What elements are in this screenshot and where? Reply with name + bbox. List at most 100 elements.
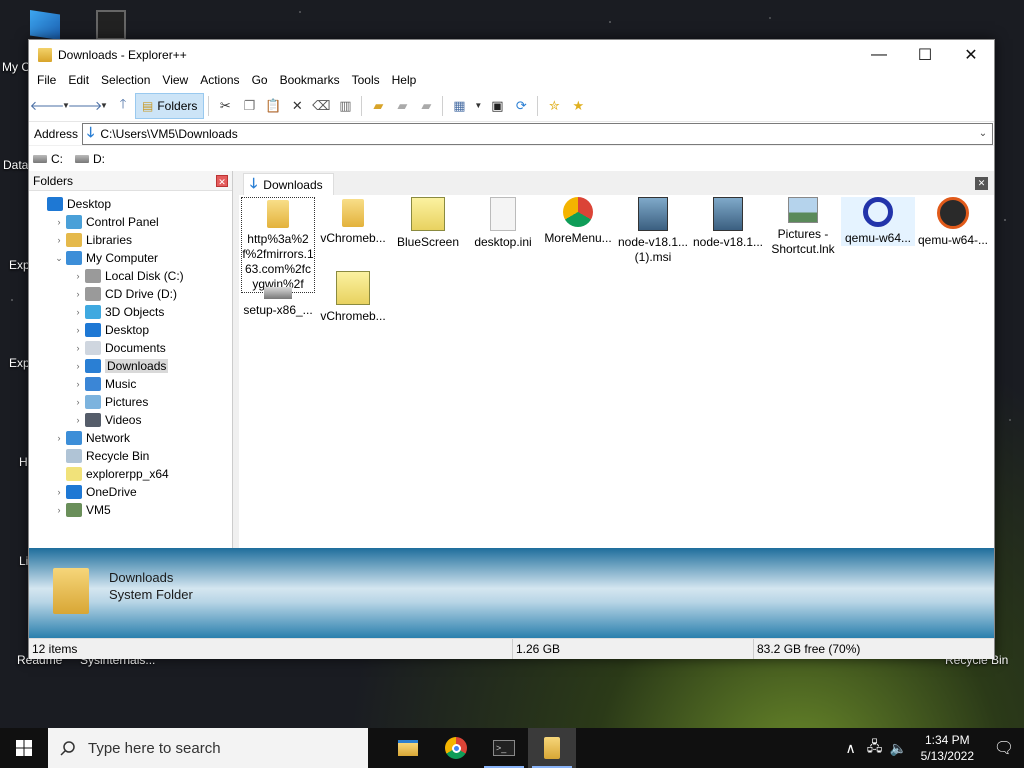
- taskbar-terminal[interactable]: >_: [480, 728, 528, 768]
- chevron-right-icon[interactable]: ›: [71, 325, 85, 335]
- menu-file[interactable]: File: [31, 73, 62, 87]
- close-tab-icon[interactable]: ✕: [975, 177, 988, 190]
- file-item[interactable]: Pictures - Shortcut.lnk: [766, 197, 840, 257]
- properties-icon[interactable]: ▥: [333, 94, 357, 118]
- tree-item-3d-objects[interactable]: › 3D Objects: [29, 303, 232, 321]
- clock[interactable]: 1:34 PM 5/13/2022: [911, 732, 984, 764]
- taskbar-chrome[interactable]: [432, 728, 480, 768]
- tree-item-recycle-bin[interactable]: Recycle Bin: [29, 447, 232, 465]
- tree-item-control-panel[interactable]: › Control Panel: [29, 213, 232, 231]
- tree-item-onedrive[interactable]: › OneDrive: [29, 483, 232, 501]
- tree-item-pictures[interactable]: › Pictures: [29, 393, 232, 411]
- chevron-right-icon[interactable]: ›: [71, 415, 85, 425]
- back-arrow-icon[interactable]: 🡐: [30, 94, 65, 118]
- chevron-down-icon[interactable]: ⌄: [52, 253, 66, 264]
- title-bar[interactable]: Downloads - Explorer++ — ☐ ✕: [29, 40, 994, 70]
- menu-selection[interactable]: Selection: [95, 73, 156, 87]
- refresh-icon[interactable]: ⟳: [509, 94, 533, 118]
- drive-d-button[interactable]: D:: [75, 152, 105, 166]
- address-input[interactable]: 🡓 C:\Users\VM5\Downloads ⌄: [82, 122, 993, 145]
- tree-item-cd-drive-d-[interactable]: › CD Drive (D:): [29, 285, 232, 303]
- move-to-folder-icon[interactable]: ▰: [414, 94, 438, 118]
- network-icon[interactable]: 🖧: [863, 736, 887, 760]
- desktop-label-exp-2[interactable]: Exp: [9, 356, 30, 370]
- desktop-label-exp[interactable]: Exp: [9, 258, 30, 272]
- menu-bookmarks[interactable]: Bookmarks: [274, 73, 346, 87]
- menu-actions[interactable]: Actions: [194, 73, 245, 87]
- chevron-right-icon[interactable]: ›: [71, 379, 85, 389]
- delete-permanently-icon[interactable]: ⌫: [309, 94, 333, 118]
- delete-icon[interactable]: ✕: [285, 94, 309, 118]
- chevron-right-icon[interactable]: ›: [71, 271, 85, 281]
- file-item[interactable]: MoreMenu...: [541, 197, 615, 246]
- file-item[interactable]: vChromeb...: [316, 271, 390, 324]
- tree-item-downloads[interactable]: › Downloads: [29, 357, 232, 375]
- taskbar-explorerpp[interactable]: [528, 728, 576, 768]
- desktop-label-h[interactable]: H: [19, 455, 28, 469]
- up-arrow-icon[interactable]: 🡑: [111, 94, 135, 118]
- file-item[interactable]: desktop.ini: [466, 197, 540, 250]
- chevron-right-icon[interactable]: ›: [52, 217, 66, 227]
- copy-icon[interactable]: ❐: [237, 94, 261, 118]
- start-button[interactable]: [0, 728, 48, 768]
- desktop-label-li[interactable]: Li: [19, 554, 28, 568]
- forward-dropdown-icon[interactable]: ▼: [97, 94, 111, 118]
- tree-item-music[interactable]: › Music: [29, 375, 232, 393]
- chevron-right-icon[interactable]: ›: [71, 361, 85, 371]
- this-pc-desktop-icon[interactable]: [30, 10, 60, 40]
- tree-item-libraries[interactable]: › Libraries: [29, 231, 232, 249]
- menu-view[interactable]: View: [156, 73, 194, 87]
- drive-c-button[interactable]: C:: [33, 152, 63, 166]
- chevron-right-icon[interactable]: ›: [71, 397, 85, 407]
- views-dropdown-icon[interactable]: ▼: [471, 94, 485, 118]
- chevron-right-icon[interactable]: ›: [71, 289, 85, 299]
- notification-center-icon[interactable]: 🗨: [984, 738, 1024, 758]
- paste-icon[interactable]: 📋: [261, 94, 285, 118]
- terminal-desktop-icon[interactable]: [96, 10, 126, 40]
- new-folder-icon[interactable]: ▰: [366, 94, 390, 118]
- chevron-right-icon[interactable]: ›: [52, 433, 66, 443]
- desktop-label-data[interactable]: Data: [3, 158, 28, 172]
- file-item[interactable]: vChromeb...: [316, 197, 390, 246]
- copy-to-folder-icon[interactable]: ▰: [390, 94, 414, 118]
- chevron-right-icon[interactable]: ›: [71, 343, 85, 353]
- menu-edit[interactable]: Edit: [62, 73, 95, 87]
- menu-go[interactable]: Go: [246, 73, 274, 87]
- file-item[interactable]: BlueScreen: [391, 197, 465, 250]
- chevron-right-icon[interactable]: ›: [52, 505, 66, 515]
- bookmarks-icon[interactable]: ★: [566, 94, 590, 118]
- tree-item-videos[interactable]: › Videos: [29, 411, 232, 429]
- menu-help[interactable]: Help: [386, 73, 423, 87]
- command-prompt-icon[interactable]: ▣: [485, 94, 509, 118]
- chevron-right-icon[interactable]: ›: [71, 307, 85, 317]
- chevron-right-icon[interactable]: ›: [52, 235, 66, 245]
- taskbar-file-explorer[interactable]: [384, 728, 432, 768]
- desktop-label-my-computer[interactable]: My C: [2, 60, 30, 74]
- taskbar-search-box[interactable]: Type here to search: [48, 728, 368, 768]
- tree-item-explorerpp-x64[interactable]: explorerpp_x64: [29, 465, 232, 483]
- close-button[interactable]: ✕: [948, 40, 994, 70]
- file-item[interactable]: qemu-w64...: [841, 197, 915, 246]
- file-item[interactable]: qemu-w64-...: [916, 197, 990, 248]
- tree-item-local-disk-c-[interactable]: › Local Disk (C:): [29, 267, 232, 285]
- tree-item-network[interactable]: › Network: [29, 429, 232, 447]
- maximize-button[interactable]: ☐: [902, 40, 948, 70]
- chevron-down-icon[interactable]: ⌄: [974, 128, 992, 139]
- tree-item-vm5[interactable]: › VM5: [29, 501, 232, 519]
- tree-item-documents[interactable]: › Documents: [29, 339, 232, 357]
- close-folders-pane-icon[interactable]: ✕: [216, 174, 228, 187]
- tree-item-desktop[interactable]: Desktop: [29, 195, 232, 213]
- menu-tools[interactable]: Tools: [346, 73, 386, 87]
- tree-item-my-computer[interactable]: ⌄ My Computer: [29, 249, 232, 267]
- views-icon[interactable]: ▦: [447, 94, 471, 118]
- volume-icon[interactable]: 🔈: [887, 740, 911, 757]
- tree-item-desktop[interactable]: › Desktop: [29, 321, 232, 339]
- cut-icon[interactable]: ✂: [213, 94, 237, 118]
- minimize-button[interactable]: —: [856, 40, 902, 70]
- add-bookmark-icon[interactable]: ✮: [542, 94, 566, 118]
- show-hidden-icons-chevron-up-icon[interactable]: ∧: [839, 740, 863, 757]
- tab-downloads[interactable]: 🡓 Downloads: [243, 173, 334, 195]
- chevron-right-icon[interactable]: ›: [52, 487, 66, 497]
- forward-arrow-icon[interactable]: 🡒: [68, 94, 103, 118]
- address-value[interactable]: C:\Users\VM5\Downloads: [100, 127, 974, 141]
